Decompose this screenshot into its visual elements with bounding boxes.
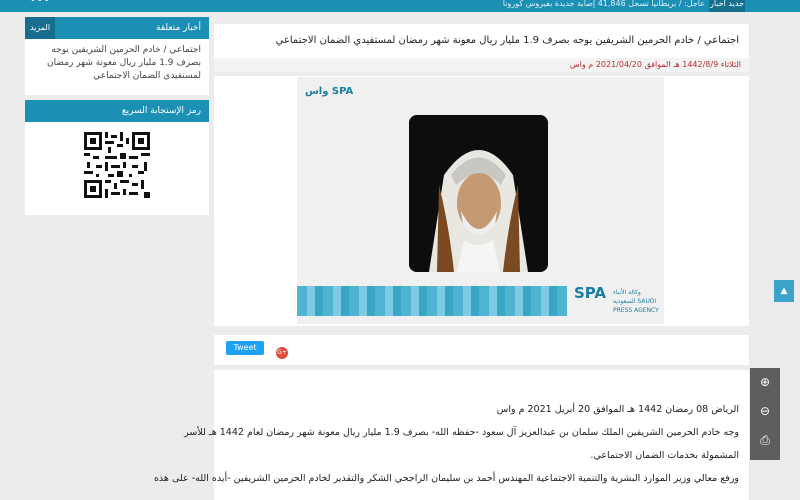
related-news-title: أخبار متعلقة bbox=[156, 23, 201, 33]
qr-title: رمز الإستجابة السريع bbox=[121, 106, 201, 116]
zoom-in-button[interactable]: ⊕ bbox=[755, 372, 775, 392]
related-news-box: أخبار متعلقة المزيد اجتماعي / خادم الحرم… bbox=[25, 17, 209, 95]
article-date: الثلاثاء 1442/8/9 هـ الموافق 2021/04/20 … bbox=[214, 58, 749, 72]
zoom-out-button[interactable]: ⊖ bbox=[755, 401, 775, 421]
print-button[interactable]: ⎙ bbox=[755, 430, 775, 450]
news-ticker: ••• عاجل: / بريطانيا تسجل 41,846 إصابة ج… bbox=[0, 0, 800, 12]
article-paragraph: وجه خادم الحرمين الشريفين الملك سلمان بن… bbox=[184, 427, 739, 438]
spa-logo-large: SPA bbox=[574, 284, 607, 302]
qr-box: رمز الإستجابة السريع bbox=[25, 100, 209, 215]
related-news-header: أخبار متعلقة المزيد bbox=[25, 17, 209, 39]
article-body: الرياض 08 رمضان 1442 هـ الموافق 20 أبريل… bbox=[153, 370, 749, 500]
decorative-stripe bbox=[297, 286, 567, 316]
zoom-in-icon: ⊕ bbox=[759, 375, 771, 389]
zoom-out-icon: ⊖ bbox=[759, 404, 771, 418]
page: ••• عاجل: / بريطانيا تسجل 41,846 إصابة ج… bbox=[0, 0, 800, 500]
printer-icon: ⎙ bbox=[760, 433, 770, 447]
spa-logo-small: واس SPA bbox=[305, 86, 354, 97]
ticker-headline[interactable]: عاجل: / بريطانيا تسجل 41,846 إصابة جديدة… bbox=[503, 0, 705, 12]
tweet-button[interactable]: Tweet bbox=[226, 341, 264, 355]
related-news-item[interactable]: اجتماعي / خادم الحرمين الشريفين يوجه بصر… bbox=[33, 44, 201, 83]
portrait-photo bbox=[409, 115, 548, 272]
article-image-area: واس SPA SPA وكالة الأنباء السعودية SAUDI… bbox=[214, 76, 749, 326]
ticker-label: جديد أخبار bbox=[709, 0, 745, 12]
qr-code-image bbox=[84, 132, 150, 198]
article-paragraph: ورفع معالي وزير الموارد البشرية والتنمية… bbox=[153, 473, 739, 484]
share-bar: Tweet G+ bbox=[214, 335, 749, 365]
page-tools: ⊕ ⊖ ⎙ bbox=[750, 368, 780, 460]
article-photo[interactable]: واس SPA SPA وكالة الأنباء السعودية SAUDI… bbox=[297, 77, 664, 324]
related-news-list: اجتماعي / خادم الحرمين الشريفين يوجه بصر… bbox=[25, 39, 209, 88]
scroll-top-button[interactable]: ▲ bbox=[774, 280, 794, 302]
agency-name: وكالة الأنباء السعودية SAUDI PRESS AGENC… bbox=[613, 289, 659, 314]
qr-header: رمز الإستجابة السريع bbox=[25, 100, 209, 122]
chevron-up-icon: ▲ bbox=[780, 286, 788, 296]
article-title: اجتماعي / خادم الحرمين الشريفين يوجه بصر… bbox=[214, 24, 749, 58]
ticker-dots[interactable]: ••• bbox=[30, 0, 51, 6]
article-paragraph: المشمولة بخدمات الضمان الاجتماعي. bbox=[590, 450, 739, 461]
more-button[interactable]: المزيد bbox=[25, 17, 55, 39]
article-paragraph: الرياض 08 رمضان 1442 هـ الموافق 20 أبريل… bbox=[496, 404, 739, 415]
google-plus-button[interactable]: G+ bbox=[276, 347, 288, 359]
